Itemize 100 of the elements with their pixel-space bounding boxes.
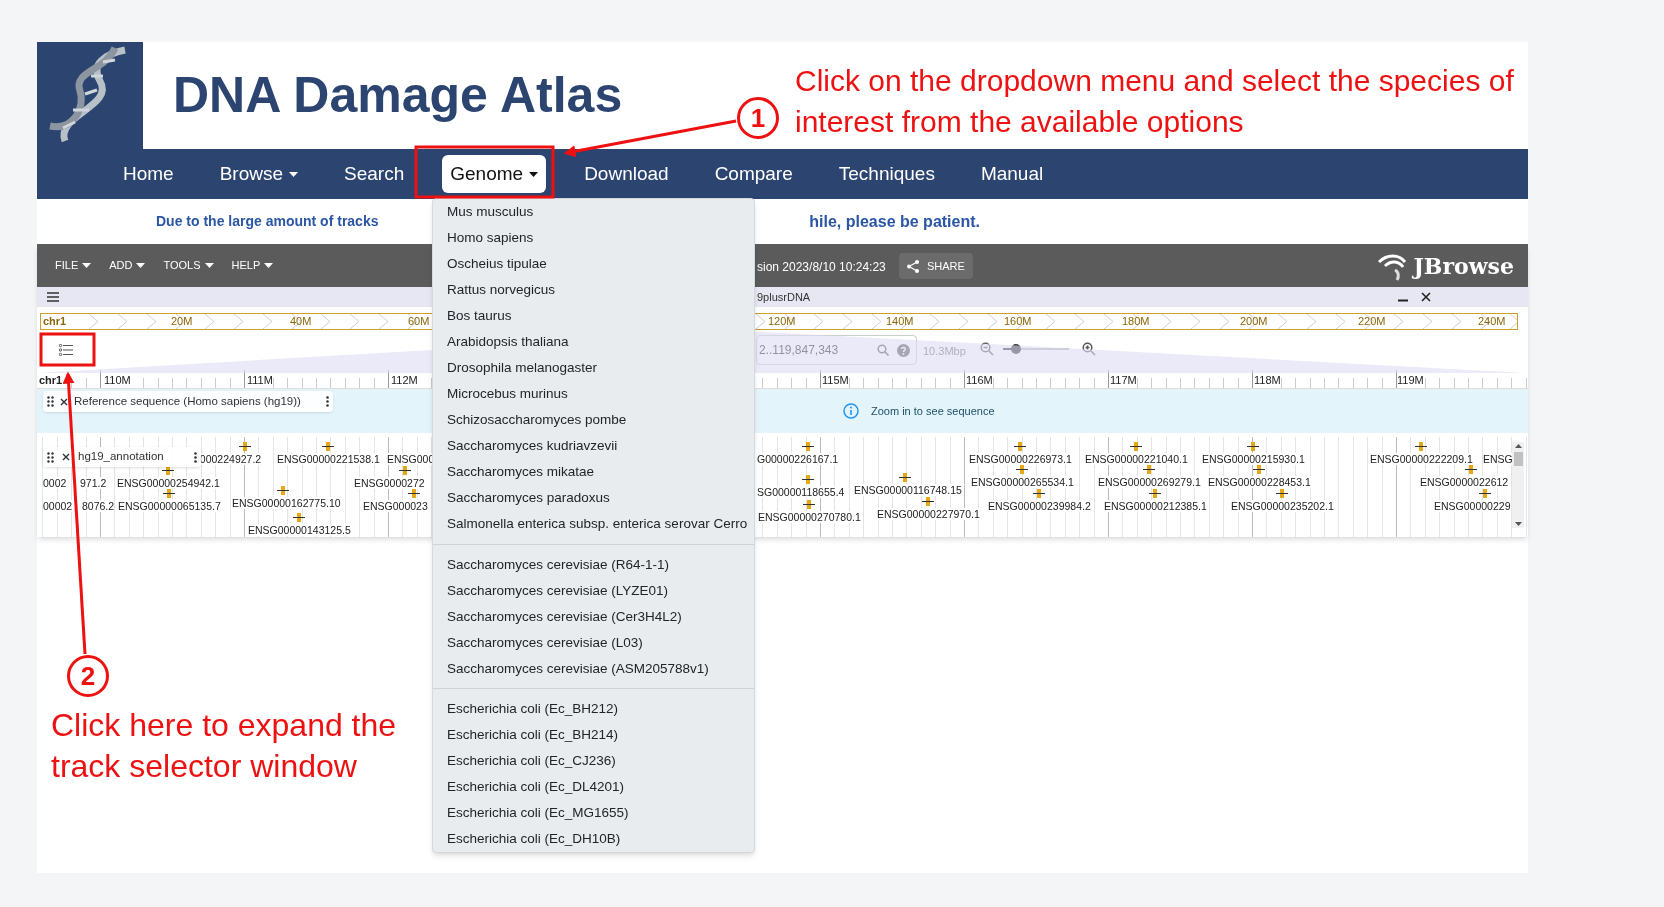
nav-item[interactable]: Manual — [972, 155, 1052, 193]
dropdown-item[interactable]: Rattus norvegicus — [433, 277, 754, 303]
highlight-box — [39, 332, 96, 367]
zoom-slider[interactable] — [1003, 342, 1069, 356]
gene-label: ENSG00000221040.1 — [1085, 453, 1188, 465]
gene-feature-icon — [922, 497, 934, 506]
gene-feature-icon — [1276, 489, 1288, 498]
gene-feature-icon — [1033, 489, 1045, 498]
nav-item[interactable]: Techniques — [830, 155, 943, 193]
view-title: 9plusrDNA — [757, 290, 811, 305]
dropdown-item[interactable]: Escherichia coli (Ec_BH212) — [433, 696, 754, 722]
gene-label: ENSG00000270780.1 — [758, 511, 861, 523]
dropdown-item[interactable]: Escherichia coli (Ec_DL4201) — [433, 774, 754, 800]
dropdown-item[interactable]: Drosophila melanogaster — [433, 355, 754, 381]
gene-label: ENSG000 — [387, 453, 435, 465]
close-icon[interactable] — [62, 453, 70, 461]
gene-label: ENSG00000265534.1 — [971, 476, 1074, 488]
track-name: hg19_annotation — [78, 449, 164, 465]
gene-feature-icon — [1479, 489, 1491, 498]
dropdown-item[interactable]: Saccharomyces cerevisiae (LYZE01) — [433, 577, 754, 604]
menu-button[interactable]: FILE — [51, 252, 96, 279]
menu-button[interactable]: TOOLS — [159, 252, 218, 279]
gene-feature-icon — [239, 442, 251, 451]
dropdown-item[interactable]: Escherichia coli (Ec_DH10B) — [433, 826, 754, 852]
session-text: sion 2023/8/10 10:24:23 — [757, 259, 886, 276]
dropdown-item[interactable]: Escherichia coli (Ec_BH214) — [433, 722, 754, 748]
scrollbar-thumb[interactable] — [1513, 452, 1523, 466]
dropdown-item[interactable]: Arabidopsis thaliana — [433, 329, 754, 355]
dropdown-item[interactable]: Microcebus murinus — [433, 381, 754, 407]
gene-feature-icon — [163, 489, 175, 498]
gene-label: ENSG00000229 — [1434, 500, 1511, 512]
nav-item[interactable]: Search — [336, 155, 413, 193]
dropdown-item[interactable]: Mus musculus — [433, 199, 754, 225]
gene-label: ENSG00000235202.1 — [1231, 500, 1334, 512]
share-button[interactable]: SHARE — [899, 253, 973, 279]
dropdown-item[interactable]: Oscheius tipulae — [433, 251, 754, 277]
scale-label: 240M — [1478, 314, 1506, 329]
step-number: 1 — [737, 97, 779, 139]
nav-item[interactable]: Download — [576, 155, 677, 193]
dropdown-item[interactable]: Saccharomyces mikatae — [433, 459, 754, 485]
scale-label: 200M — [1240, 314, 1268, 329]
caret-icon — [204, 263, 214, 268]
gene-label: SG00000118655.4 — [757, 486, 845, 498]
gene-label: 971.2 — [80, 477, 107, 489]
dropdown-item[interactable]: Schizosaccharomyces pombe — [433, 407, 754, 433]
step-number: 2 — [67, 655, 109, 697]
gene-feature-icon — [1149, 489, 1161, 498]
scrollbar[interactable] — [1512, 442, 1524, 528]
zoom-in-icon[interactable] — [1082, 342, 1096, 356]
scale-label: 140M — [886, 314, 914, 329]
drag-handle-icon[interactable] — [47, 396, 54, 407]
gene-feature-icon — [277, 486, 289, 495]
more-icon[interactable] — [326, 396, 329, 407]
scroll-up-icon[interactable] — [1514, 444, 1522, 448]
scale-label: 20M — [171, 314, 193, 329]
gene-label: 0002 — [43, 477, 67, 489]
jbrowse-logo: JBrowse — [1413, 252, 1514, 281]
dropdown-item[interactable]: Saccharomyces cerevisiae (L03) — [433, 629, 754, 656]
gene-label: ENSG00000162775.10 — [232, 497, 341, 509]
dropdown-item[interactable]: Saccharomyces cerevisiae (R64-1-1) — [433, 551, 754, 578]
dropdown-item[interactable]: Saccharomyces cerevisiae (ASM205788v1) — [433, 655, 754, 682]
share-icon — [907, 259, 919, 273]
gene-label: ENSG00000239984.2 — [988, 500, 1091, 512]
gene-feature-icon — [1143, 465, 1155, 474]
gene-label: ENSG00000228453.1 — [1208, 476, 1311, 488]
gene-label: ENSG0000272 — [354, 477, 425, 489]
callout-text: Click here to expand the track selector window — [51, 706, 397, 786]
close-icon[interactable] — [60, 397, 68, 406]
dropdown-item[interactable]: Escherichia coli (Ec_MG1655) — [433, 800, 754, 826]
scale-label: 40M — [290, 314, 312, 329]
scale-label: 180M — [1122, 314, 1150, 329]
drag-handle-icon[interactable] — [47, 451, 54, 463]
menu-icon[interactable] — [47, 292, 59, 302]
dropdown-item[interactable]: Salmonella enterica subsp. enterica serovar Cerro — [433, 511, 754, 537]
close-icon[interactable] — [1421, 292, 1431, 302]
track-message: Zoom in to see sequence — [871, 404, 995, 419]
dropdown-item[interactable]: Saccharomyces kudriavzevii — [433, 433, 754, 459]
nav-item[interactable]: Browse — [211, 155, 307, 193]
scale-label: 160M — [1004, 314, 1032, 329]
zoom-out-icon[interactable] — [980, 342, 994, 356]
dropdown-item[interactable]: Saccharomyces cerevisiae (Cer3H4L2) — [433, 603, 754, 630]
dropdown-item[interactable]: Escherichia coli (Ec_CJ236) — [433, 748, 754, 774]
caret-icon — [136, 263, 146, 268]
menu-button[interactable]: HELP — [227, 252, 278, 279]
list-icon — [59, 344, 73, 356]
gene-label: ENSG000023 — [363, 500, 428, 512]
dropdown-item[interactable]: Homo sapiens — [433, 225, 754, 251]
scroll-down-icon[interactable] — [1514, 522, 1522, 526]
gene-feature-icon — [162, 466, 174, 475]
gene-feature-icon — [802, 442, 814, 451]
gene-label: ENSG00000143125.5 — [248, 524, 351, 536]
caret-icon — [529, 171, 539, 177]
nav-item[interactable]: Compare — [706, 155, 801, 193]
menu-button[interactable]: ADD — [105, 252, 150, 279]
dropdown-item[interactable]: Saccharomyces paradoxus — [433, 485, 754, 511]
nav-item[interactable]: Genome — [442, 155, 547, 193]
nav-item[interactable]: Home — [115, 155, 182, 193]
gene-feature-icon — [322, 442, 334, 451]
scale-label: 120M — [768, 314, 796, 329]
minimize-icon[interactable] — [1398, 299, 1408, 302]
